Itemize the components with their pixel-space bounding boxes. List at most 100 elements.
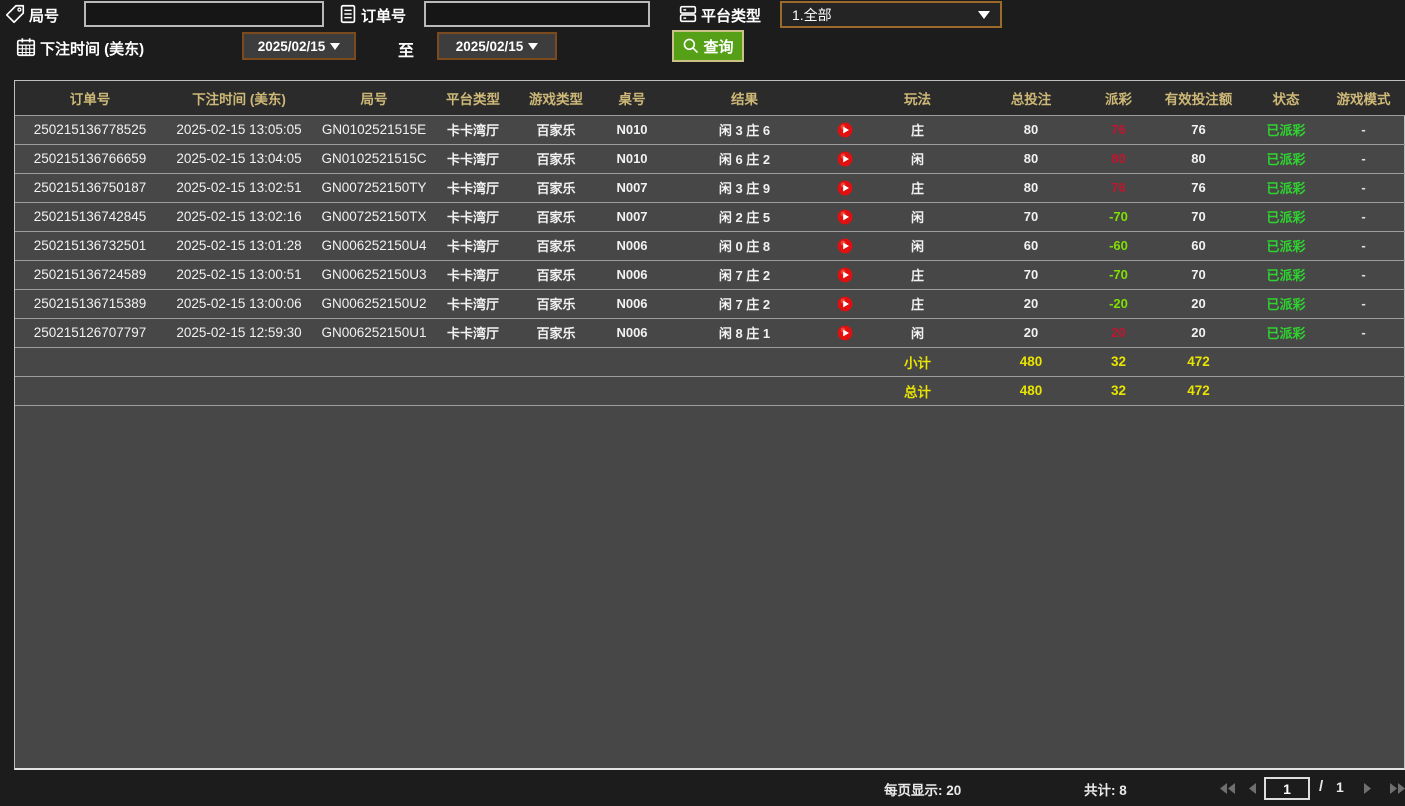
cell-platform: 卡卡湾厅 [446,181,499,196]
prev-page-icon[interactable] [1247,782,1258,795]
cell-payout: -70 [1109,267,1128,282]
replay-video-icon[interactable] [837,209,853,225]
replay-video-icon[interactable] [837,151,853,167]
cell-payout: 80 [1111,151,1126,166]
replay-video-icon[interactable] [837,325,853,341]
cell-game-type: 百家乐 [536,123,576,138]
order-id-label: 订单号 [361,8,407,25]
cell-play: 闲 [910,210,924,225]
header-replay [826,81,864,115]
cell-play: 闲 [910,152,924,167]
cell-valid-bet: 20 [1191,296,1206,311]
dropdown-arrow-icon [528,42,539,50]
cell-valid-bet: 76 [1191,122,1206,137]
cell-platform: 卡卡湾厅 [446,297,499,312]
header-total-bet: 总投注 [1010,91,1052,107]
total-row: 总计 480 32 472 [15,376,1405,405]
date-to-picker[interactable]: 2025/02/15 [437,32,557,60]
cell-order-id: 250215136766659 [33,151,147,166]
cell-game-mode: - [1361,238,1366,253]
cell-valid-bet: 70 [1191,267,1206,282]
cell-platform: 卡卡湾厅 [446,326,499,341]
cell-valid-bet: 80 [1191,151,1206,166]
cell-game-mode: - [1361,267,1366,282]
cell-order-id: 250215136778525 [33,122,147,137]
per-page-label: 每页显示: 20 [884,783,962,798]
header-game-type: 游戏类型 [529,91,583,107]
replay-video-icon[interactable] [837,122,853,138]
page-number-input[interactable] [1264,777,1310,800]
table-body: 250215136778525 2025-02-15 13:05:05 GN0102… [15,115,1405,406]
cell-total-bet: 80 [1023,122,1039,137]
cell-payout: 76 [1111,122,1126,137]
cell-table-no: N007 [616,209,648,224]
cell-status: 已派彩 [1266,326,1306,341]
cell-result: 闲 3 庄 9 [718,181,771,196]
platform-type-select[interactable]: 1.全部 [780,1,1002,28]
chevron-down-icon [978,10,990,19]
cell-round-id: GN006252150U2 [321,296,427,311]
table-row: 250215136742845 2025-02-15 13:02:16 GN0072… [15,202,1405,231]
total-row-valid-bet: 472 [1187,383,1210,398]
header-round-id: 局号 [360,91,388,107]
cell-round-id: GN007252150TY [321,180,427,195]
replay-video-icon[interactable] [837,267,853,283]
cell-payout: 20 [1111,325,1126,340]
query-button-label: 查询 [703,38,734,56]
cell-order-id: 250215136715389 [33,296,147,311]
cell-payout: -60 [1109,238,1128,253]
cell-status: 已派彩 [1266,152,1306,167]
cell-replay [826,202,864,231]
cell-replay [826,318,864,347]
next-page-icon[interactable] [1362,782,1373,795]
cell-total-bet: 60 [1023,238,1039,253]
order-id-input[interactable] [424,1,650,27]
cell-table-no: N006 [616,296,648,311]
header-game-mode: 游戏模式 [1336,91,1391,107]
cell-order-id: 250215126707797 [33,325,147,340]
cell-bet-time: 2025-02-15 13:01:28 [176,238,302,253]
table-row: 250215136766659 2025-02-15 13:04:05 GN0102… [15,144,1405,173]
cell-status: 已派彩 [1266,210,1306,225]
cell-game-mode: - [1361,296,1366,311]
cell-game-mode: - [1361,325,1366,340]
last-page-icon[interactable] [1388,782,1405,795]
cell-status: 已派彩 [1266,297,1306,312]
total-row-total-bet: 480 [1019,383,1043,398]
cell-replay [826,173,864,202]
table-row: 250215136778525 2025-02-15 13:05:05 GN0102… [15,115,1405,144]
cell-game-type: 百家乐 [536,268,576,283]
replay-video-icon[interactable] [837,238,853,254]
table-row: 250215136715389 2025-02-15 13:00:06 GN0062… [15,289,1405,318]
cell-payout: -20 [1109,296,1128,311]
total-row-label: 总计 [904,384,931,400]
replay-video-icon[interactable] [837,296,853,312]
cell-total-bet: 70 [1023,267,1039,282]
cell-platform: 卡卡湾厅 [446,268,499,283]
cell-order-id: 250215136732501 [33,238,147,253]
cell-bet-time: 2025-02-15 12:59:30 [176,325,302,340]
first-page-icon[interactable] [1219,782,1237,795]
cell-table-no: N010 [616,122,648,137]
cell-bet-time: 2025-02-15 13:02:51 [176,180,302,195]
cell-game-mode: - [1361,209,1366,224]
table-row: 250215136750187 2025-02-15 13:02:51 GN0072… [15,173,1405,202]
query-button[interactable]: 查询 [672,30,744,62]
cell-platform: 卡卡湾厅 [446,210,499,225]
replay-video-icon[interactable] [837,180,853,196]
round-id-input[interactable] [84,1,324,27]
subtotal-row-total-bet: 480 [1019,354,1043,369]
date-from-picker[interactable]: 2025/02/15 [242,32,356,60]
header-payout: 派彩 [1105,91,1132,107]
cell-replay [826,115,864,144]
cell-order-id: 250215136750187 [33,180,147,195]
cell-valid-bet: 20 [1191,325,1206,340]
cell-bet-time: 2025-02-15 13:00:06 [176,296,302,311]
header-table-no: 桌号 [618,91,646,107]
bet-time-label: 下注时间 (美东) [40,41,145,58]
cell-game-mode: - [1361,122,1366,137]
cell-total-bet: 70 [1023,209,1039,224]
filler-row [15,405,1405,406]
total-row-payout: 32 [1110,383,1127,398]
cell-game-type: 百家乐 [536,181,576,196]
